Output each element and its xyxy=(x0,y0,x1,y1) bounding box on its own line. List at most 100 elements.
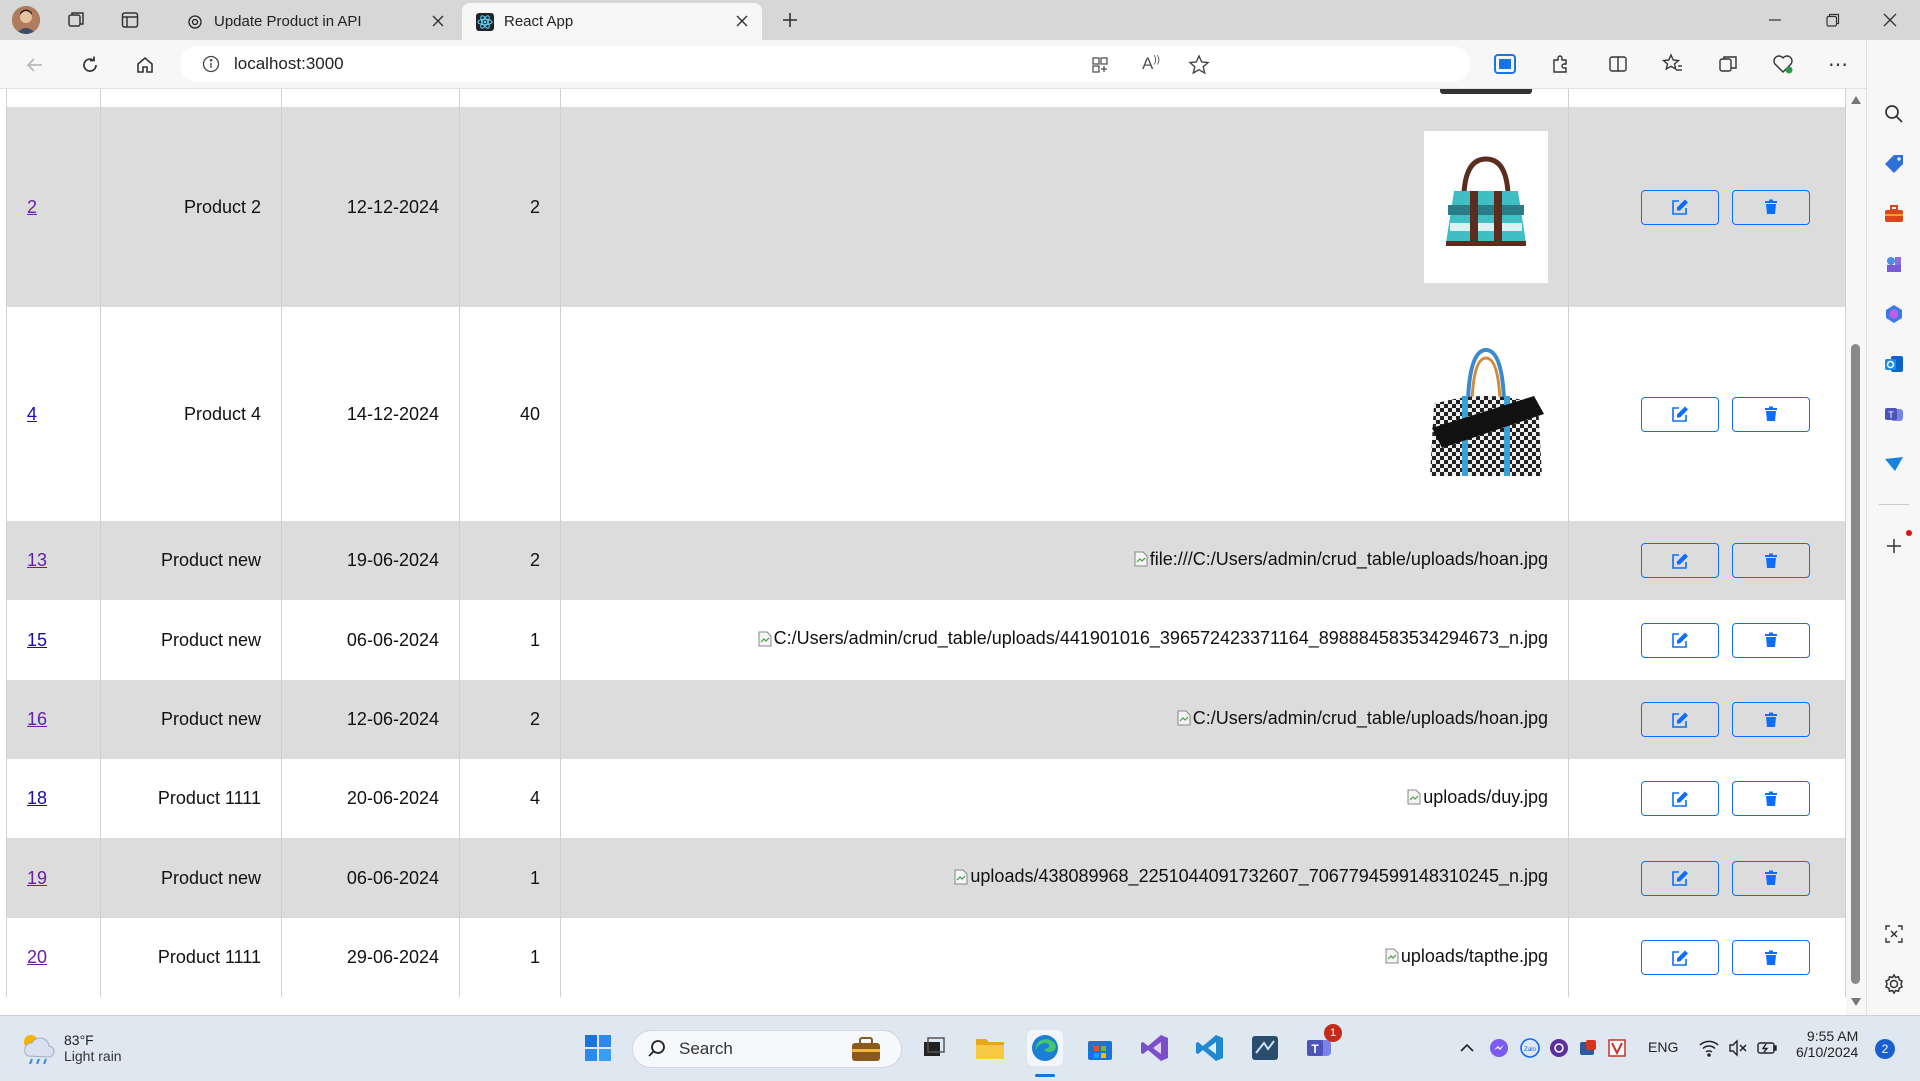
profile-avatar[interactable] xyxy=(12,6,40,34)
edit-button[interactable] xyxy=(1641,189,1719,225)
weather-condition: Light rain xyxy=(64,1048,122,1064)
clock[interactable]: 9:55 AM 6/10/2024 xyxy=(1796,1028,1858,1060)
favorite-star-icon[interactable] xyxy=(1188,54,1210,76)
product-id-link[interactable]: 4 xyxy=(27,404,37,424)
product-id-link[interactable]: 20 xyxy=(27,947,47,967)
delete-button[interactable] xyxy=(1732,396,1810,432)
close-window-button[interactable] xyxy=(1875,8,1905,32)
cell-actions xyxy=(1568,307,1846,521)
battery-icon[interactable] xyxy=(1755,1030,1779,1066)
broken-image: C:/Users/admin/crud_table/uploads/441901… xyxy=(758,628,1548,649)
favorites-icon[interactable] xyxy=(1660,51,1686,77)
product-id-link[interactable]: 13 xyxy=(27,550,47,570)
home-icon[interactable] xyxy=(132,52,158,78)
edit-button[interactable] xyxy=(1641,940,1719,975)
visual-studio-icon[interactable] xyxy=(1137,1030,1173,1066)
microsoft-365-icon[interactable] xyxy=(1882,302,1906,326)
edit-button[interactable] xyxy=(1641,860,1719,896)
taskbar-search[interactable]: Search xyxy=(632,1030,902,1068)
site-info-icon[interactable] xyxy=(202,55,220,73)
tray-app-icon[interactable] xyxy=(1547,1030,1571,1066)
edit-button[interactable] xyxy=(1641,702,1719,737)
app-available-icon[interactable] xyxy=(1090,55,1110,75)
task-view-icon[interactable] xyxy=(916,1030,952,1066)
send-icon[interactable] xyxy=(1882,452,1906,476)
notification-badge[interactable]: 2 xyxy=(1875,1039,1895,1059)
edit-button[interactable] xyxy=(1641,622,1719,658)
tray-app-icon-2[interactable] xyxy=(1576,1030,1600,1066)
terminal-app-icon[interactable] xyxy=(1247,1030,1283,1066)
zalo-icon[interactable]: Zalo xyxy=(1518,1030,1542,1066)
tab-react-app[interactable]: React App xyxy=(462,3,762,40)
svg-text:Zalo: Zalo xyxy=(1524,1047,1536,1053)
add-icon[interactable] xyxy=(1882,534,1906,558)
broken-image-icon xyxy=(1134,551,1148,567)
messenger-icon[interactable] xyxy=(1487,1030,1511,1066)
vertical-scrollbar[interactable] xyxy=(1846,89,1866,1015)
trash-icon xyxy=(1765,553,1777,568)
cell-date: 12-12-2024 xyxy=(281,107,460,307)
browser-essentials-icon[interactable] xyxy=(1770,51,1796,77)
close-tab-icon[interactable] xyxy=(430,13,446,29)
product-id-link[interactable]: 2 xyxy=(27,197,37,217)
tab-update-product[interactable]: Update Product in API xyxy=(172,3,458,40)
cell-name: Product 1111 xyxy=(100,918,282,997)
language-indicator[interactable]: ENG xyxy=(1648,1039,1678,1055)
minimize-button[interactable] xyxy=(1760,8,1790,32)
scrollbar-thumb[interactable] xyxy=(1851,344,1860,984)
delete-button[interactable] xyxy=(1732,860,1810,896)
edit-button[interactable] xyxy=(1641,781,1719,816)
trash-icon xyxy=(1765,870,1777,885)
tray-app-icon-3[interactable] xyxy=(1605,1030,1629,1066)
edge-browser-icon[interactable] xyxy=(1027,1030,1063,1066)
delete-button[interactable] xyxy=(1732,543,1810,578)
cell-quantity: 1 xyxy=(459,918,561,997)
microsoft-store-icon[interactable] xyxy=(1082,1030,1118,1066)
delete-button[interactable] xyxy=(1732,940,1810,975)
delete-button[interactable] xyxy=(1732,189,1810,225)
new-tab-button[interactable] xyxy=(778,8,802,32)
image-alt-text: C:/Users/admin/crud_table/uploads/441901… xyxy=(773,628,1548,649)
cell-date: 06-06-2024 xyxy=(281,838,460,918)
url-field[interactable]: localhost:3000 A)) xyxy=(180,46,1470,82)
restore-button[interactable] xyxy=(1818,8,1848,32)
product-id-link[interactable]: 19 xyxy=(27,868,47,888)
product-id-link[interactable]: 18 xyxy=(27,788,47,808)
product-id-link[interactable]: 16 xyxy=(27,709,47,729)
games-icon[interactable] xyxy=(1882,252,1906,276)
search-icon[interactable] xyxy=(1882,102,1906,126)
tab-actions-icon[interactable] xyxy=(118,9,142,31)
extension-app-icon[interactable] xyxy=(1492,51,1518,77)
edit-button[interactable] xyxy=(1641,396,1719,432)
read-aloud-icon[interactable]: A)) xyxy=(1142,54,1160,74)
screenshot-icon[interactable] xyxy=(1882,922,1906,946)
volume-muted-icon[interactable] xyxy=(1726,1030,1750,1066)
teams-icon[interactable]: T xyxy=(1882,402,1906,426)
outlook-icon[interactable] xyxy=(1882,352,1906,376)
tools-briefcase-icon[interactable] xyxy=(1882,202,1906,226)
weather-widget[interactable]: 83°F Light rain xyxy=(18,1030,122,1066)
product-id-link[interactable]: 15 xyxy=(27,630,47,650)
shopping-tag-icon[interactable] xyxy=(1882,152,1906,176)
delete-button[interactable] xyxy=(1732,702,1810,737)
wifi-icon[interactable] xyxy=(1697,1030,1721,1066)
cell-image: file:///C:/Users/admin/crud_table/upload… xyxy=(560,521,1569,600)
show-hidden-icons-chevron[interactable] xyxy=(1455,1030,1479,1066)
start-button[interactable] xyxy=(580,1030,616,1066)
table-row: 16 Product new 12-06-2024 2 C:/Users/admin/c… xyxy=(6,680,1846,759)
teams-taskbar-icon[interactable]: T 1 xyxy=(1302,1024,1342,1066)
extensions-puzzle-icon[interactable] xyxy=(1547,51,1573,77)
vscode-icon[interactable] xyxy=(1192,1030,1228,1066)
workspaces-icon[interactable] xyxy=(64,9,88,31)
refresh-icon[interactable] xyxy=(77,52,103,78)
file-explorer-icon[interactable] xyxy=(972,1030,1008,1066)
delete-button[interactable] xyxy=(1732,622,1810,658)
back-icon[interactable] xyxy=(22,52,48,78)
more-options-icon[interactable]: ⋯ xyxy=(1825,51,1851,77)
close-tab-icon[interactable] xyxy=(734,13,750,29)
split-screen-icon[interactable] xyxy=(1605,51,1631,77)
delete-button[interactable] xyxy=(1732,781,1810,816)
edit-button[interactable] xyxy=(1641,543,1719,578)
settings-gear-icon[interactable] xyxy=(1882,972,1906,996)
collections-icon[interactable] xyxy=(1715,51,1741,77)
